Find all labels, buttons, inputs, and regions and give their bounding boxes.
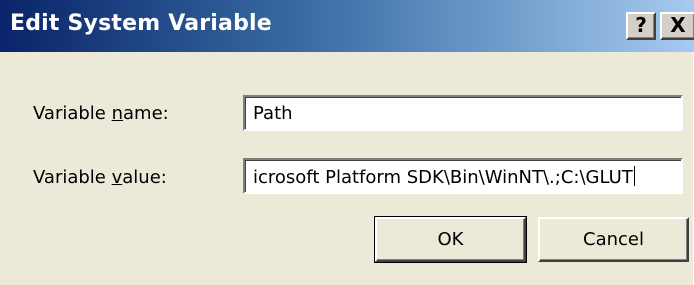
- variable-value-content: icrosoft Platform SDK\Bin\WinNT\.;C:\GLU…: [253, 167, 633, 188]
- variable-value-text: icrosoft Platform SDK\Bin\WinNT\.;C:\GLU…: [253, 166, 635, 188]
- variable-value-label: Variable value:: [33, 167, 167, 188]
- dialog-title: Edit System Variable: [10, 11, 272, 36]
- close-button[interactable]: X: [660, 12, 694, 40]
- variable-name-value: Path: [253, 103, 293, 124]
- title-bar[interactable]: Edit System Variable ? X: [0, 0, 694, 52]
- variable-value-accelerator: v: [112, 167, 123, 188]
- edit-system-variable-dialog: Edit System Variable ? X Variable name: …: [0, 0, 694, 285]
- ok-button[interactable]: OK: [375, 217, 526, 262]
- cancel-button[interactable]: Cancel: [538, 217, 689, 262]
- variable-value-field[interactable]: icrosoft Platform SDK\Bin\WinNT\.;C:\GLU…: [243, 158, 683, 194]
- variable-name-accelerator: n: [112, 103, 123, 124]
- variable-name-label: Variable name:: [33, 103, 169, 124]
- help-button[interactable]: ?: [626, 12, 656, 40]
- text-caret: [634, 166, 635, 186]
- variable-name-field[interactable]: Path: [243, 95, 683, 131]
